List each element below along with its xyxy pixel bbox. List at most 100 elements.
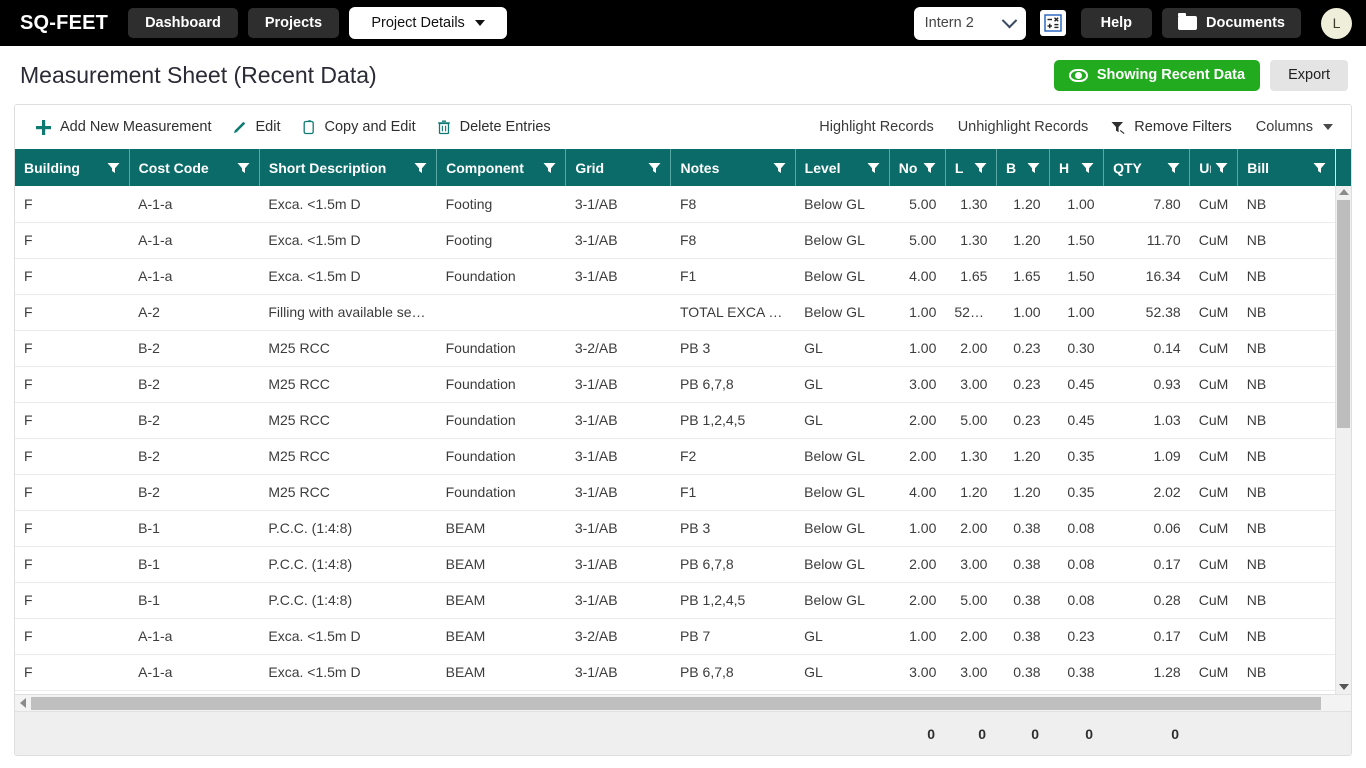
cell-notes[interactable]: PB 3 (670, 510, 796, 547)
cell-unit[interactable]: CuM (1189, 546, 1238, 583)
cell-grid[interactable]: 3-1/AB (565, 186, 671, 223)
filter-icon[interactable] (974, 162, 987, 174)
cell-grid[interactable]: 3-1/AB (565, 654, 671, 691)
cell-bill[interactable]: NB (1237, 258, 1335, 295)
cell-grid[interactable]: 3-1/AB (565, 438, 671, 475)
cell-short_desc[interactable]: P.C.C. (1:4:8) (259, 582, 437, 619)
column-header-short_desc[interactable]: Short Description (259, 149, 438, 186)
cell-cost_code[interactable]: A-1-a (129, 222, 260, 259)
export-button[interactable]: Export (1270, 59, 1348, 91)
cell-no[interactable]: 2.00 (889, 402, 946, 439)
cell-h[interactable]: 0.45 (1049, 402, 1104, 439)
cell-qty[interactable]: 0.14 (1103, 330, 1190, 367)
cell-short_desc[interactable]: Exca. <1.5m D (259, 186, 437, 223)
cell-building[interactable]: F (15, 618, 130, 655)
cell-bill[interactable]: NB (1237, 222, 1335, 259)
cell-cost_code[interactable]: B-1 (129, 510, 260, 547)
table-row[interactable]: F A-1-a Exca. <1.5m D Footing 3-1/AB F8 Below … (15, 186, 1335, 223)
cell-level[interactable]: Below GL (795, 294, 890, 331)
horizontal-scrollbar[interactable] (15, 694, 1351, 711)
cell-short_desc[interactable]: M25 RCC (259, 402, 437, 439)
cell-bill[interactable]: NB (1237, 438, 1335, 475)
cell-l[interactable]: 1.20 (945, 474, 997, 511)
filter-icon[interactable] (1313, 162, 1326, 174)
cell-component[interactable]: Footing (436, 186, 566, 223)
cell-h[interactable]: 0.08 (1049, 510, 1104, 547)
cell-no[interactable]: 4.00 (889, 474, 946, 511)
help-button[interactable]: Help (1080, 8, 1153, 38)
cell-level[interactable]: Below GL (795, 582, 890, 619)
cell-notes[interactable]: F8 (670, 222, 796, 259)
cell-l[interactable]: 5.00 (945, 402, 997, 439)
cell-level[interactable]: GL (795, 366, 890, 403)
filter-icon[interactable] (414, 162, 427, 174)
cell-unit[interactable]: CuM (1189, 402, 1238, 439)
filter-icon[interactable] (1215, 162, 1228, 174)
table-row[interactable]: F A-1-a Exca. <1.5m D BEAM 3-1/AB PB 6,7,8 GL 3… (15, 654, 1335, 691)
cell-building[interactable]: F (15, 654, 130, 691)
cell-bill[interactable]: NB (1237, 618, 1335, 655)
vertical-scrollbar-thumb[interactable] (1337, 200, 1350, 428)
cell-l[interactable]: 1.30 (945, 438, 997, 475)
cell-unit[interactable]: CuM (1189, 654, 1238, 691)
intern-select-dropdown[interactable]: Intern 2 (913, 6, 1026, 40)
cell-bill[interactable]: NB (1237, 294, 1335, 331)
copy-and-edit-button[interactable]: Copy and Edit (291, 112, 426, 142)
cell-b[interactable]: 1.20 (996, 438, 1050, 475)
cell-component[interactable] (436, 294, 566, 331)
column-header-component[interactable]: Component (436, 149, 567, 186)
cell-level[interactable]: Below GL (795, 474, 890, 511)
cell-component[interactable]: Foundation (436, 438, 566, 475)
showing-recent-data-button[interactable]: Showing Recent Data (1053, 59, 1261, 91)
table-row[interactable]: F A-1-a Exca. <1.5m D Foundation 3-1/AB F1 Bel… (15, 258, 1335, 295)
cell-h[interactable]: 0.23 (1049, 618, 1104, 655)
cell-cost_code[interactable]: B-2 (129, 402, 260, 439)
cell-qty[interactable]: 0.93 (1103, 366, 1190, 403)
cell-grid[interactable]: 3-2/AB (565, 330, 671, 367)
cell-no[interactable]: 5.00 (889, 222, 946, 259)
filter-icon[interactable] (1027, 162, 1040, 174)
nav-projects-button[interactable]: Projects (247, 8, 340, 38)
cell-l[interactable]: 1.30 (945, 186, 997, 223)
cell-component[interactable]: BEAM (436, 582, 566, 619)
cell-building[interactable]: F (15, 186, 130, 223)
cell-grid[interactable]: 3-1/AB (565, 582, 671, 619)
cell-building[interactable]: F (15, 222, 130, 259)
highlight-records-button[interactable]: Highlight Records (807, 119, 945, 135)
column-header-cost_code[interactable]: Cost Code (129, 149, 260, 186)
filter-icon[interactable] (107, 162, 120, 174)
vertical-scrollbar-track[interactable] (1336, 186, 1351, 694)
cell-cost_code[interactable]: A-1-a (129, 654, 260, 691)
cell-grid[interactable] (565, 294, 671, 331)
cell-b[interactable]: 0.38 (996, 582, 1050, 619)
cell-bill[interactable]: NB (1237, 366, 1335, 403)
column-header-qty[interactable]: QTY (1103, 149, 1191, 186)
cell-bill[interactable]: NB (1237, 402, 1335, 439)
column-header-unit[interactable]: Unit (1189, 149, 1239, 186)
documents-button[interactable]: Documents (1162, 8, 1301, 38)
cell-l[interactable]: 5.00 (945, 582, 997, 619)
cell-l[interactable]: 1.65 (945, 258, 997, 295)
filter-icon[interactable] (867, 162, 880, 174)
cell-h[interactable]: 0.30 (1049, 330, 1104, 367)
edit-button[interactable]: Edit (222, 112, 291, 142)
cell-no[interactable]: 2.00 (889, 438, 946, 475)
cell-b[interactable]: 0.38 (996, 546, 1050, 583)
table-row[interactable]: F B-2 M25 RCC Foundation 3-1/AB F2 Below GL 2.0… (15, 438, 1335, 475)
cell-no[interactable]: 1.00 (889, 294, 946, 331)
cell-qty[interactable]: 7.80 (1103, 186, 1190, 223)
cell-unit[interactable]: CuM (1189, 474, 1238, 511)
cell-b[interactable]: 1.20 (996, 186, 1050, 223)
cell-grid[interactable]: 3-2/AB (565, 618, 671, 655)
cell-notes[interactable]: F1 (670, 474, 796, 511)
cell-l[interactable]: 2.00 (945, 510, 997, 547)
cell-component[interactable]: Foundation (436, 402, 566, 439)
cell-cost_code[interactable]: A-1-a (129, 258, 260, 295)
cell-b[interactable]: 0.23 (996, 402, 1050, 439)
cell-building[interactable]: F (15, 546, 130, 583)
cell-short_desc[interactable]: Filling with available sel… (259, 294, 437, 331)
cell-no[interactable]: 1.00 (889, 330, 946, 367)
cell-no[interactable]: 4.00 (889, 258, 946, 295)
column-header-h[interactable]: H (1049, 149, 1105, 186)
column-header-building[interactable]: Building (15, 149, 130, 186)
